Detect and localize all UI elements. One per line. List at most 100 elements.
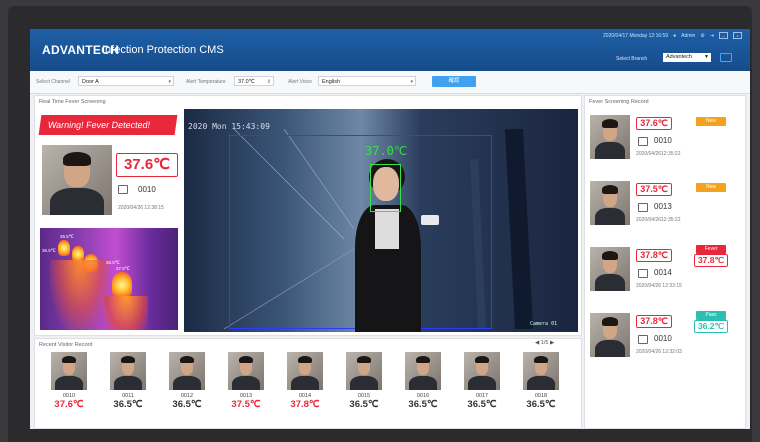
face-detection-box xyxy=(370,164,401,212)
id-card-icon xyxy=(118,185,128,194)
status-badge: New xyxy=(696,117,726,126)
alert-voice-select[interactable]: English ▾ xyxy=(318,76,416,86)
recent-visitor-item[interactable]: 0017 36.5℃ xyxy=(459,352,505,410)
user-icon[interactable]: ● xyxy=(673,33,676,39)
channel-value: Door A xyxy=(82,79,99,85)
recent-visitor-item[interactable]: 0012 36.5℃ xyxy=(164,352,210,410)
fever-warning-banner: Warning! Fever Detected! xyxy=(38,115,178,135)
alert-temp-stepper[interactable]: 37.0℃ ⇕ xyxy=(234,76,274,86)
status-badge: New xyxy=(696,183,726,192)
logout-icon[interactable]: ⇥ xyxy=(710,33,714,39)
id-card-icon xyxy=(638,203,648,212)
visitor-temp: 36.5℃ xyxy=(113,399,143,410)
settings-icon[interactable]: ⚙ xyxy=(700,33,704,39)
fever-record-title: Fever Screening Record xyxy=(589,99,649,105)
visitor-temp: 36.5℃ xyxy=(408,399,438,410)
visitor-photo[interactable] xyxy=(169,352,205,390)
record-id: 0010 xyxy=(654,334,672,343)
recent-visitor-item[interactable]: 0015 36.5℃ xyxy=(341,352,387,410)
detected-face-photo[interactable] xyxy=(42,145,112,215)
thermal-bodies xyxy=(50,260,110,330)
recent-visitor-item[interactable]: 0018 36.5℃ xyxy=(518,352,564,410)
record-temp: 37.8℃ xyxy=(636,249,672,262)
channel-select[interactable]: Door A ▾ xyxy=(78,76,174,86)
recent-visitor-item[interactable]: 0013 37.5℃ xyxy=(223,352,269,410)
alert-voice-label: Alert Voice xyxy=(288,79,312,85)
branch-value: Advantech xyxy=(666,54,692,60)
visitor-temp: 37.6℃ xyxy=(54,399,84,410)
visitor-photo[interactable] xyxy=(287,352,323,390)
record-datetime: 2020/04/2612:35:22 xyxy=(636,151,681,157)
app-window: ADVANTECH Infection Protection CMS 2020/… xyxy=(30,29,750,429)
record-id: 0014 xyxy=(654,268,672,277)
next-page-icon[interactable]: ▶ xyxy=(550,340,554,346)
recheck-temp: 36.2℃ xyxy=(694,320,728,333)
recent-visitor-item[interactable]: 0011 36.5℃ xyxy=(105,352,151,410)
thermal-temp-label: 37.5℃ xyxy=(116,266,130,271)
confirm-button[interactable]: 確認 xyxy=(432,76,476,87)
fever-record-item[interactable]: 37.6℃ New 0010 2020/04/2612:35:22 xyxy=(590,115,740,175)
fever-record-item[interactable]: 37.5℃ New 0013 2020/04/2612:35:22 xyxy=(590,181,740,241)
branch-select[interactable]: Advantech ▼ xyxy=(663,53,711,62)
monitor-icon[interactable] xyxy=(720,53,732,62)
visitor-photo[interactable] xyxy=(464,352,500,390)
visitor-photo[interactable] xyxy=(590,247,630,291)
live-camera-view[interactable]: 2020 Mon 15:43:09 37.0℃ Camera 01 xyxy=(184,109,578,332)
visitor-photo[interactable] xyxy=(110,352,146,390)
visitor-photo[interactable] xyxy=(590,115,630,159)
detected-datetime: 2020/04/26 12:38:15 xyxy=(118,205,164,211)
visitor-photo[interactable] xyxy=(590,313,630,357)
visitor-photo[interactable] xyxy=(51,352,87,390)
record-datetime: 2020/04/26 12:33:15 xyxy=(636,283,682,289)
record-id: 0010 xyxy=(654,136,672,145)
alert-voice-value: English xyxy=(322,79,341,85)
id-card-icon xyxy=(638,137,648,146)
thermal-camera-view[interactable]: 36.5℃ 36.5℃ 36.5℃ 37.5℃ xyxy=(40,228,178,330)
thermal-temp-label: 36.5℃ xyxy=(60,234,74,239)
camera-temp-overlay: 37.0℃ xyxy=(365,144,408,158)
detected-temp: 37.6℃ xyxy=(116,153,178,177)
record-id: 0013 xyxy=(654,202,672,211)
camera-timestamp: 2020 Mon 15:43:09 xyxy=(188,122,270,131)
visitor-photo[interactable] xyxy=(405,352,441,390)
prev-page-icon[interactable]: ◀ xyxy=(535,340,539,346)
visitor-temp: 36.5℃ xyxy=(349,399,379,410)
filter-toolbar: Select Channel Door A ▾ Alert Temperature… xyxy=(30,71,750,94)
detected-id: 0010 xyxy=(138,185,156,194)
thermal-hotspot xyxy=(58,240,70,256)
visitor-temp: 37.5℃ xyxy=(231,399,261,410)
recent-visitor-item[interactable]: 0010 37.6℃ xyxy=(46,352,92,410)
app-header: ADVANTECH Infection Protection CMS 2020/… xyxy=(30,29,750,71)
stepper-icon[interactable]: ⇕ xyxy=(267,77,271,87)
chevron-down-icon: ▼ xyxy=(704,54,709,60)
alert-temp-value: 37.0℃ xyxy=(238,79,255,85)
id-card-icon xyxy=(638,335,648,344)
visitor-photo[interactable] xyxy=(523,352,559,390)
recent-pager: ◀ 1/5 ▶ xyxy=(535,340,554,346)
visitor-photo[interactable] xyxy=(590,181,630,225)
visitor-photo[interactable] xyxy=(228,352,264,390)
recent-visitor-item[interactable]: 0016 36.5℃ xyxy=(400,352,446,410)
chevron-down-icon: ▾ xyxy=(410,79,413,85)
visitor-temp: 36.5℃ xyxy=(526,399,556,410)
minimize-button[interactable]: – xyxy=(719,32,728,39)
record-temp: 37.8℃ xyxy=(636,315,672,328)
recent-visitor-item[interactable]: 0014 37.8℃ xyxy=(282,352,328,410)
visitor-temp: 36.5℃ xyxy=(467,399,497,410)
status-badge: Pass xyxy=(696,311,726,320)
system-bar: 2020/04/17 Monday 12:16:59 ● Admin ⚙ ⇥ –… xyxy=(603,32,742,39)
visitor-photo[interactable] xyxy=(346,352,382,390)
branch-label: Select Branch xyxy=(616,56,648,62)
page-indicator: 1/5 xyxy=(540,340,549,346)
thermal-hotspot xyxy=(112,272,132,298)
close-button[interactable]: × xyxy=(733,32,742,39)
fever-record-item[interactable]: 37.8℃ Fever 37.8℃ 0014 2020/04/26 12:33:15 xyxy=(590,245,740,307)
username[interactable]: Admin xyxy=(681,33,695,39)
user-alert-icon xyxy=(638,269,648,278)
datetime-label: 2020/04/17 Monday 12:16:59 xyxy=(603,32,669,39)
fever-record-item[interactable]: 37.8℃ Pass 36.2℃ 0010 2020/04/26 12:32:03 xyxy=(590,311,740,373)
thermal-body xyxy=(104,296,148,330)
recheck-temp: 37.8℃ xyxy=(694,254,728,267)
camera-name: Camera 01 xyxy=(530,321,558,327)
record-datetime: 2020/04/26 12:32:03 xyxy=(636,349,682,355)
